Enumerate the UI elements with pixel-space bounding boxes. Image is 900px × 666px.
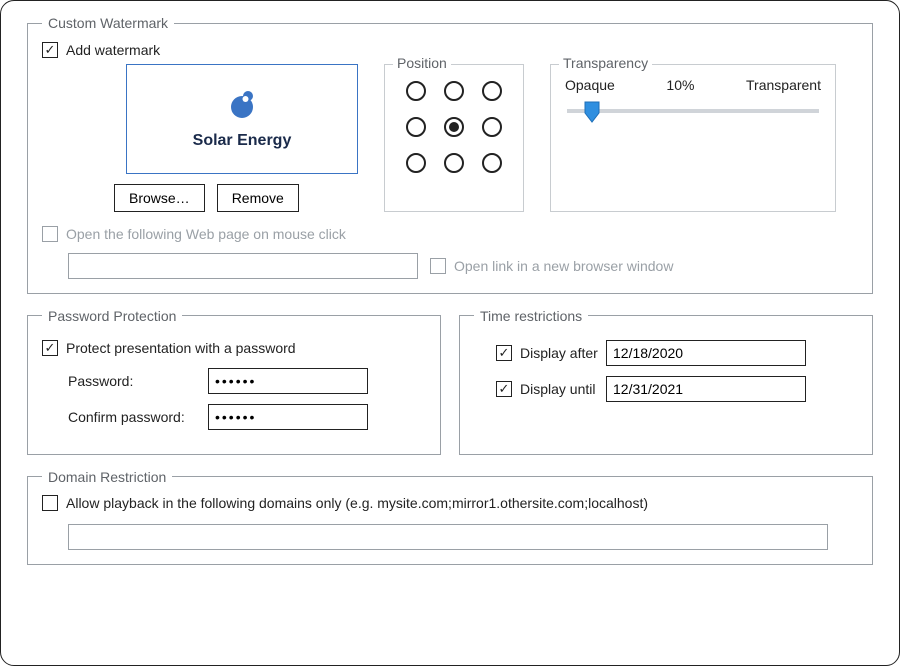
transparency-slider[interactable] [567, 109, 819, 113]
legend-transparency: Transparency [559, 55, 652, 71]
checkbox-open-web-page[interactable]: Open the following Web page on mouse cli… [42, 226, 346, 242]
legend-domain: Domain Restriction [42, 469, 172, 485]
label-add-watermark: Add watermark [66, 42, 160, 58]
remove-button[interactable]: Remove [217, 184, 299, 212]
label-display-after: Display after [520, 345, 598, 361]
group-transparency: Transparency Opaque 10% Transparent [550, 64, 836, 212]
legend-custom-watermark: Custom Watermark [42, 15, 174, 31]
checkbox-protect-password[interactable]: Protect presentation with a password [42, 340, 296, 356]
checkbox-display-until[interactable]: Display until [496, 381, 595, 397]
position-radio-middle-right[interactable] [482, 117, 502, 137]
checkbox-icon [430, 258, 446, 274]
label-allow-domains: Allow playback in the following domains … [66, 495, 648, 511]
position-radio-middle-center[interactable] [444, 117, 464, 137]
checkbox-allow-domains[interactable]: Allow playback in the following domains … [42, 495, 648, 511]
label-transparent: Transparent [746, 77, 821, 93]
input-password[interactable] [208, 368, 368, 394]
group-custom-watermark: Custom Watermark Add watermark Solar Ene… [27, 15, 873, 294]
checkbox-open-new-window[interactable]: Open link in a new browser window [430, 258, 673, 274]
legend-position: Position [393, 55, 451, 71]
check-icon [496, 381, 512, 397]
check-icon [42, 42, 58, 58]
logo-icon [225, 87, 259, 124]
slider-thumb-icon[interactable] [583, 101, 601, 123]
label-password: Password: [68, 373, 208, 389]
checkbox-add-watermark[interactable]: Add watermark [42, 42, 160, 58]
settings-panel: Custom Watermark Add watermark Solar Ene… [0, 0, 900, 666]
legend-time: Time restrictions [474, 308, 588, 324]
position-radio-top-left[interactable] [406, 81, 426, 101]
group-domain-restriction: Domain Restriction Allow playback in the… [27, 469, 873, 565]
position-radio-top-right[interactable] [482, 81, 502, 101]
input-display-until[interactable] [606, 376, 806, 402]
label-transparency-value: 10% [666, 77, 694, 93]
position-radio-middle-left[interactable] [406, 117, 426, 137]
watermark-preview-text: Solar Energy [193, 132, 292, 150]
checkbox-display-after[interactable]: Display after [496, 345, 598, 361]
input-display-after[interactable] [606, 340, 806, 366]
position-radio-bottom-center[interactable] [444, 153, 464, 173]
group-position: Position [384, 64, 524, 212]
check-icon [42, 340, 58, 356]
browse-button[interactable]: Browse… [114, 184, 205, 212]
check-icon [496, 345, 512, 361]
position-radio-bottom-right[interactable] [482, 153, 502, 173]
label-display-until: Display until [520, 381, 595, 397]
position-radio-top-center[interactable] [444, 81, 464, 101]
label-protect-password: Protect presentation with a password [66, 340, 296, 356]
label-open-new-window: Open link in a new browser window [454, 258, 673, 274]
checkbox-icon [42, 226, 58, 242]
position-grid [395, 77, 513, 177]
position-radio-bottom-left[interactable] [406, 153, 426, 173]
input-domains[interactable] [68, 524, 828, 550]
label-open-web-page: Open the following Web page on mouse cli… [66, 226, 346, 242]
label-confirm-password: Confirm password: [68, 409, 208, 425]
legend-password: Password Protection [42, 308, 182, 324]
group-time-restrictions: Time restrictions Display after Display … [459, 308, 873, 455]
group-password-protection: Password Protection Protect presentation… [27, 308, 441, 455]
checkbox-icon [42, 495, 58, 511]
watermark-preview[interactable]: Solar Energy [126, 64, 358, 174]
input-web-url[interactable] [68, 253, 418, 279]
label-opaque: Opaque [565, 77, 615, 93]
input-confirm-password[interactable] [208, 404, 368, 430]
